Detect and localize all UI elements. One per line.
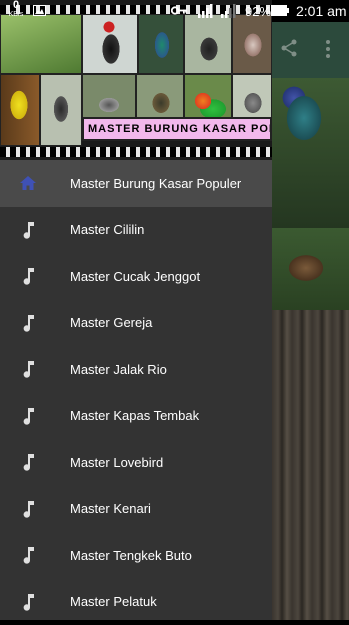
network-speed: 0 KB/s [6, 1, 26, 19]
menu-item-label: Master Tengkek Buto [70, 548, 192, 563]
bird-photo [232, 14, 272, 74]
menu-item-cililin[interactable]: Master Cililin [0, 207, 272, 254]
clock: 2:01 am [296, 3, 347, 19]
drawer-menu: Master Burung Kasar Populer Master Cilil… [0, 160, 272, 625]
menu-item-kenari[interactable]: Master Kenari [0, 486, 272, 533]
menu-item-tengkek-buto[interactable]: Master Tengkek Buto [0, 532, 272, 579]
menu-item-lovebird[interactable]: Master Lovebird [0, 439, 272, 486]
tree-bark-photo [272, 310, 349, 620]
menu-item-label: Master Kenari [70, 501, 151, 516]
network-speed-unit: KB/s [6, 10, 26, 19]
home-icon [18, 173, 38, 193]
menu-item-pelatuk[interactable]: Master Pelatuk [0, 579, 272, 625]
vpn-key-icon [171, 6, 187, 15]
bird-photo [184, 14, 232, 74]
signal-icon [221, 4, 237, 18]
bird-photo [0, 74, 40, 146]
share-icon[interactable] [279, 38, 299, 58]
signal-icon [198, 4, 214, 18]
drawer-header-image: MASTER BURUNG KASAR POPULER [0, 0, 272, 160]
menu-item-label: Master Burung Kasar Populer [70, 176, 241, 191]
more-options-icon[interactable] [322, 38, 334, 60]
menu-item-burung-kasar-populer[interactable]: Master Burung Kasar Populer [0, 160, 272, 207]
battery-icon [271, 5, 289, 16]
bird-photo [82, 14, 138, 74]
menu-item-label: Master Cililin [70, 222, 144, 237]
bird-photo [0, 14, 82, 74]
menu-item-label: Master Kapas Tembak [70, 408, 199, 423]
music-note-icon [18, 266, 38, 286]
bird-photo [272, 228, 349, 310]
image-notification-icon [33, 5, 46, 16]
music-note-icon [18, 220, 38, 240]
menu-item-label: Master Pelatuk [70, 594, 157, 609]
film-strip-border [0, 147, 272, 157]
header-banner-title: MASTER BURUNG KASAR POPULER [82, 117, 272, 141]
menu-item-label: Master Jalak Rio [70, 362, 167, 377]
battery-percent: 92% [245, 4, 271, 19]
menu-item-label: Master Lovebird [70, 455, 163, 470]
music-note-icon [18, 359, 38, 379]
network-speed-value: 0 [6, 1, 26, 10]
menu-item-label: Master Cucak Jenggot [70, 269, 200, 284]
music-note-icon [18, 452, 38, 472]
menu-item-gereja[interactable]: Master Gereja [0, 300, 272, 347]
bird-photo [40, 74, 82, 146]
menu-item-jalak-rio[interactable]: Master Jalak Rio [0, 346, 272, 393]
bird-photo [272, 78, 349, 228]
navigation-drawer: MASTER BURUNG KASAR POPULER Master Burun… [0, 0, 272, 620]
bird-photo [138, 14, 184, 74]
music-note-icon [18, 313, 38, 333]
music-note-icon [18, 406, 38, 426]
music-note-icon [18, 499, 38, 519]
menu-item-cucak-jenggot[interactable]: Master Cucak Jenggot [0, 253, 272, 300]
menu-item-kapas-tembak[interactable]: Master Kapas Tembak [0, 393, 272, 440]
status-bar: 0 KB/s 92% 2:01 am [0, 0, 349, 22]
music-note-icon [18, 592, 38, 612]
music-note-icon [18, 545, 38, 565]
menu-item-label: Master Gereja [70, 315, 152, 330]
